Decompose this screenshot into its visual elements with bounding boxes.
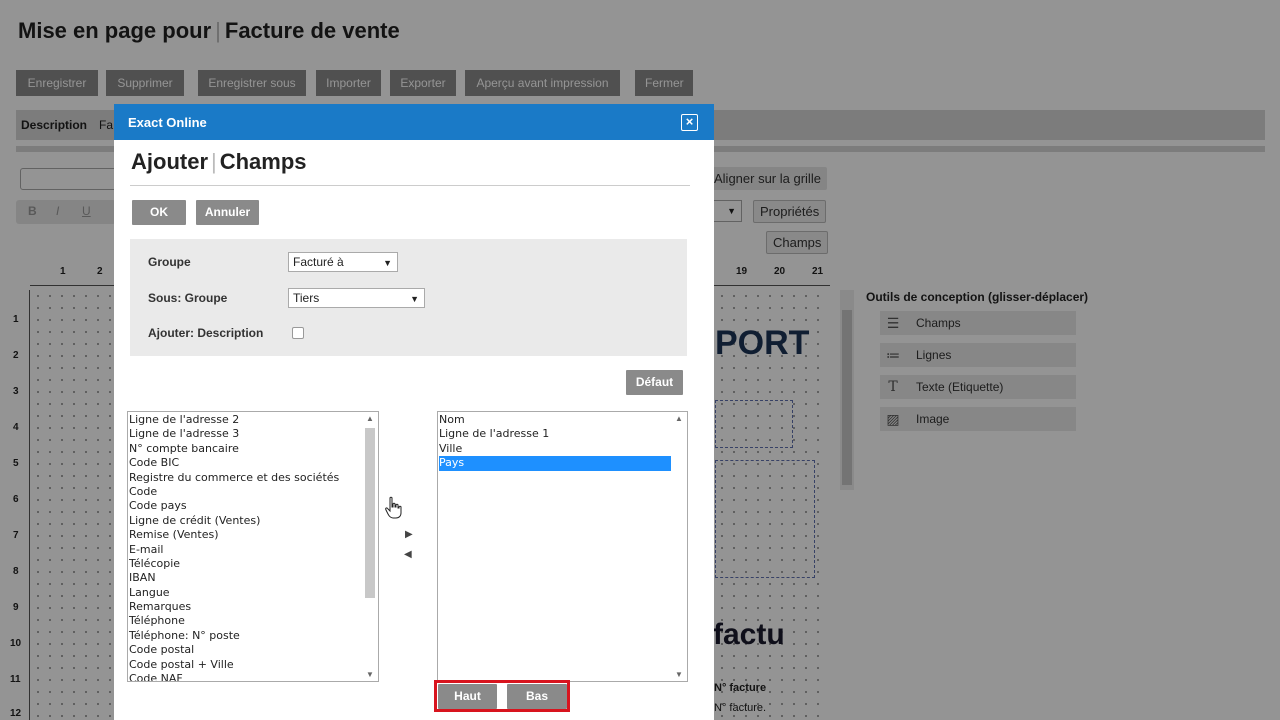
available-list-scrollbar[interactable]: ▲ ▼ [363, 412, 378, 681]
list-item[interactable]: Téléphone [129, 614, 361, 628]
move-down-button[interactable]: Bas [507, 684, 567, 709]
group-select[interactable]: Facturé à ▼ [288, 252, 398, 272]
dialog-title-part1: Ajouter [131, 149, 208, 174]
dialog-header-title: Exact Online [128, 115, 207, 130]
scroll-down-icon[interactable]: ▼ [366, 670, 374, 679]
default-button[interactable]: Défaut [626, 370, 683, 395]
list-item[interactable]: Ville [439, 442, 671, 456]
subgroup-select[interactable]: Tiers ▼ [288, 288, 425, 308]
list-item[interactable]: Code NAF [129, 672, 361, 681]
move-up-button[interactable]: Haut [438, 684, 497, 709]
filter-panel: Groupe Facturé à ▼ Sous: Groupe Tiers ▼ … [130, 239, 687, 356]
list-item[interactable]: Remise (Ventes) [129, 528, 361, 542]
chevron-down-icon: ▼ [383, 258, 392, 268]
list-item[interactable]: Code postal [129, 643, 361, 657]
scrollbar-thumb[interactable] [365, 428, 375, 598]
list-item[interactable]: Code pays [129, 499, 361, 513]
layout-editor-page: Mise en page pour | Facture de vente Enreg… [0, 0, 1280, 720]
dialog-title-separator: | [211, 149, 217, 174]
dialog-title-part2: Champs [219, 149, 307, 174]
list-item[interactable]: Nom [439, 413, 671, 427]
list-item[interactable]: Registre du commerce et des sociétés [129, 471, 361, 485]
chevron-down-icon: ▼ [410, 294, 419, 304]
selected-fields-items: Nom Ligne de l'adresse 1 Ville Pays [439, 413, 671, 471]
list-item[interactable]: Code postal + Ville [129, 658, 361, 672]
dialog-header: Exact Online × [114, 104, 714, 140]
list-item[interactable]: Ligne de l'adresse 2 [129, 413, 361, 427]
list-item[interactable]: Télécopie [129, 557, 361, 571]
list-item[interactable]: Code [129, 485, 361, 499]
dialog-title: Ajouter | Champs [131, 149, 307, 175]
add-description-label: Ajouter: Description [148, 326, 264, 340]
dialog-divider [130, 185, 690, 186]
scroll-up-icon[interactable]: ▲ [366, 414, 374, 423]
add-fields-dialog: Exact Online × Ajouter | Champs OK Annuler… [114, 104, 714, 720]
list-item[interactable]: Langue [129, 586, 361, 600]
list-item[interactable]: Ligne de crédit (Ventes) [129, 514, 361, 528]
ok-button[interactable]: OK [132, 200, 186, 225]
list-item[interactable]: Ligne de l'adresse 3 [129, 427, 361, 441]
list-item[interactable]: Code BIC [129, 456, 361, 470]
available-fields-items: Ligne de l'adresse 2 Ligne de l'adresse … [129, 413, 361, 681]
move-left-icon[interactable]: ◀ [404, 549, 412, 560]
hand-cursor-icon [385, 496, 402, 519]
subgroup-label: Sous: Groupe [148, 291, 228, 305]
subgroup-select-value: Tiers [293, 291, 320, 305]
list-item[interactable]: IBAN [129, 571, 361, 585]
scroll-up-icon[interactable]: ▲ [675, 414, 683, 423]
list-item[interactable]: Ligne de l'adresse 1 [439, 427, 671, 441]
move-right-icon[interactable]: ▶ [405, 529, 413, 540]
selected-list-scrollbar[interactable]: ▲ ▼ [672, 412, 687, 681]
group-label: Groupe [148, 255, 191, 269]
cancel-button[interactable]: Annuler [196, 200, 259, 225]
list-item[interactable]: N° compte bancaire [129, 442, 361, 456]
close-icon[interactable]: × [681, 114, 698, 131]
group-select-value: Facturé à [293, 255, 344, 269]
add-description-checkbox[interactable] [292, 327, 304, 339]
list-item[interactable]: Téléphone: N° poste [129, 629, 361, 643]
scroll-down-icon[interactable]: ▼ [675, 670, 683, 679]
list-item[interactable]: E-mail [129, 543, 361, 557]
available-fields-list[interactable]: Ligne de l'adresse 2 Ligne de l'adresse … [127, 411, 379, 682]
selected-fields-list[interactable]: Nom Ligne de l'adresse 1 Ville Pays ▲ ▼ [437, 411, 688, 682]
list-item[interactable]: Remarques [129, 600, 361, 614]
list-item-selected[interactable]: Pays [439, 456, 671, 471]
